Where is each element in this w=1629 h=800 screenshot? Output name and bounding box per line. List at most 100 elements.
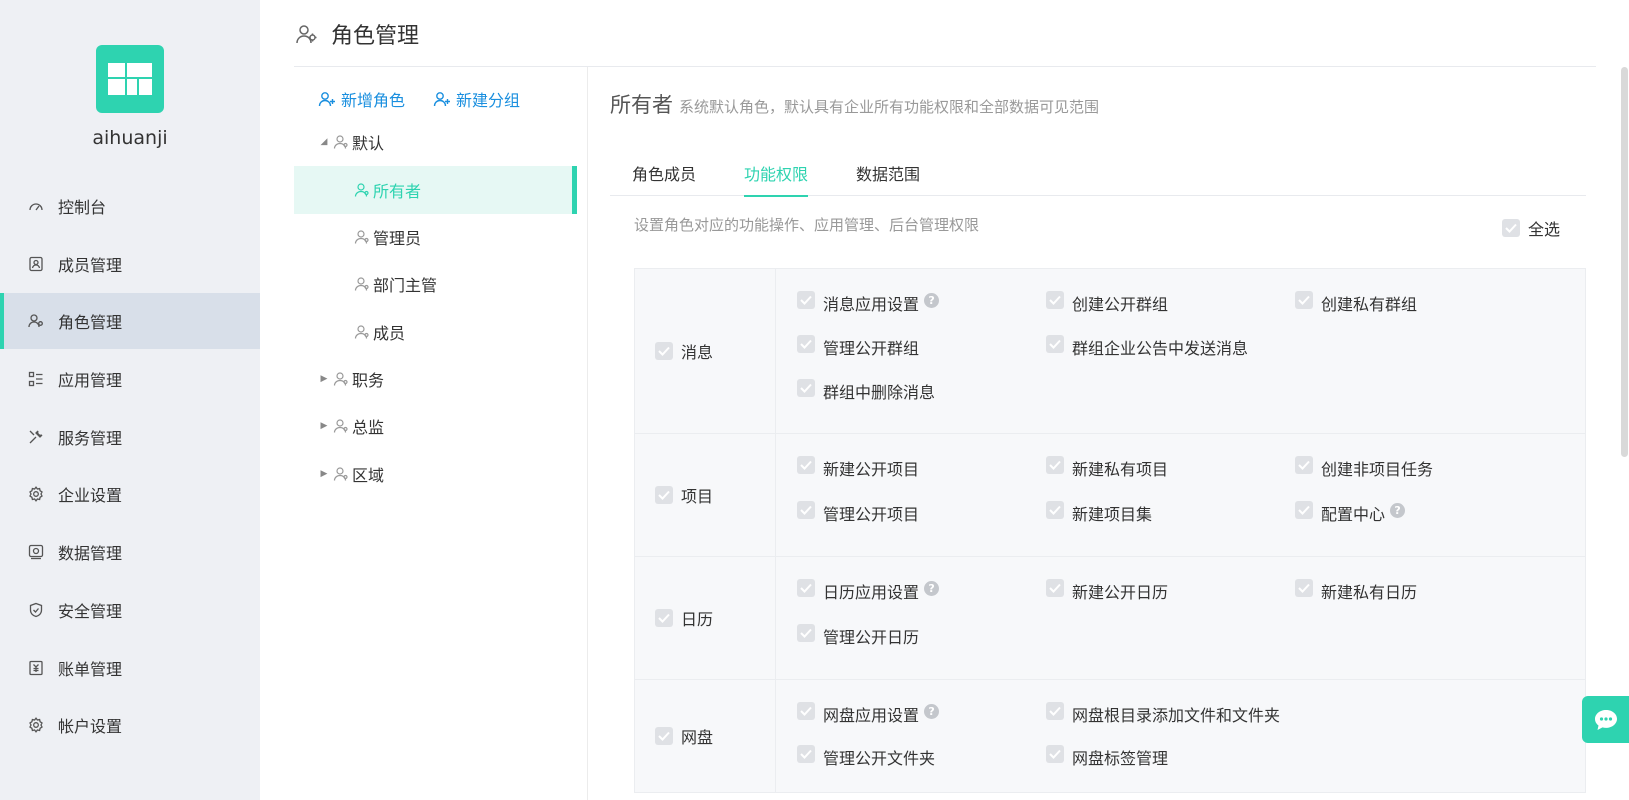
sidebar-item-label: 成员管理	[58, 255, 123, 275]
chat-support-button[interactable]	[1582, 696, 1629, 743]
permission-checkbox[interactable]: 新建公开日历	[1046, 579, 1295, 622]
permission-label: 日历应用设置	[823, 583, 920, 602]
tree-node[interactable]: ◢ 默认	[294, 118, 577, 166]
permission-checkbox[interactable]: 网盘应用设置?	[797, 702, 1046, 745]
tree-node[interactable]: 成员	[294, 308, 577, 356]
permission-checkbox[interactable]: 配置中心?	[1295, 501, 1544, 544]
permission-checkbox[interactable]: 管理公开群组	[797, 335, 1046, 378]
help-icon[interactable]: ?	[924, 293, 940, 308]
permission-category-checkbox[interactable]: 项目	[635, 434, 776, 556]
permission-checkbox[interactable]: 创建私有群组	[1295, 291, 1544, 334]
permission-label: 管理公开日历	[823, 628, 920, 647]
checkbox-icon	[655, 609, 673, 627]
permission-checkbox[interactable]: 新建项目集	[1046, 501, 1295, 544]
sidebar-item-label: 帐户设置	[58, 717, 123, 737]
permission-category-label: 消息	[681, 343, 714, 362]
sidebar-item-1[interactable]: 成员管理	[0, 236, 260, 292]
help-icon[interactable]: ?	[924, 704, 940, 719]
tab-0[interactable]: 角色成员	[632, 149, 696, 196]
permission-label: 网盘根目录添加文件和文件夹	[1072, 706, 1281, 725]
permission-checkbox[interactable]: 消息应用设置?	[797, 291, 1046, 334]
checkbox-icon	[655, 486, 673, 504]
permission-checkbox[interactable]: 群组中删除消息	[797, 379, 1046, 422]
role-header: 所有者 系统默认角色，默认具有企业所有功能权限和全部数据可见范围	[610, 89, 1099, 119]
main-content: 角色管理 新增角色 新建分组 ◢ 默认 所有者 管理员 部门主管 成员 ▶ 职务 ▶ 总监 ▶ 区域 …	[260, 0, 1629, 800]
checkbox-icon	[1046, 702, 1064, 720]
permission-spacer	[1295, 335, 1544, 378]
sidebar-item-0[interactable]: 控制台	[0, 178, 260, 234]
permission-label: 群组中删除消息	[823, 383, 936, 402]
permission-label: 管理公开群组	[823, 339, 920, 358]
permission-checkbox[interactable]: 新建私有日历	[1295, 579, 1544, 622]
sidebar-item-8[interactable]: 账单管理	[0, 640, 260, 696]
checkbox-icon	[797, 501, 815, 519]
caret-right-icon[interactable]: ▶	[319, 469, 329, 479]
sidebar-item-5[interactable]: 企业设置	[0, 466, 260, 522]
caret-down-icon[interactable]: ◢	[319, 137, 329, 147]
permission-label: 管理公开项目	[823, 505, 920, 524]
add-group-button[interactable]: 新建分组	[433, 87, 520, 111]
tree-node-label: 总监	[352, 418, 385, 437]
permission-checkbox[interactable]: 创建公开群组	[1046, 291, 1295, 334]
person-icon	[354, 182, 370, 198]
sidebar-item-3[interactable]: 应用管理	[0, 351, 260, 407]
tree-node-label: 默认	[352, 134, 385, 153]
permission-checkbox[interactable]: 管理公开项目	[797, 501, 1046, 544]
tree-node[interactable]: ▶ 职务	[294, 355, 577, 403]
add-role-icon	[318, 92, 335, 107]
permission-row: 日历 日历应用设置? 新建公开日历 新建私有日历 管理公开日历	[635, 557, 1585, 680]
tree-node[interactable]: ▶ 区域	[294, 450, 577, 498]
checkbox-icon	[1295, 579, 1313, 597]
permission-checkbox[interactable]: 网盘根目录添加文件和文件夹	[1046, 702, 1295, 745]
select-all-checkbox[interactable]: 全选	[1502, 216, 1560, 240]
checkbox-icon	[1295, 456, 1313, 474]
checkbox-icon	[655, 727, 673, 745]
permission-checkbox[interactable]: 新建公开项目	[797, 456, 1046, 499]
permission-category-checkbox[interactable]: 日历	[635, 557, 776, 679]
checkbox-icon	[1046, 745, 1064, 763]
tab-1[interactable]: 功能权限	[744, 149, 809, 197]
permission-label: 配置中心	[1321, 505, 1386, 524]
permission-checkbox[interactable]: 管理公开文件夹	[797, 745, 1046, 788]
tree-actions: 新增角色 新建分组	[318, 87, 520, 111]
data-icon	[28, 544, 44, 560]
permission-label: 网盘应用设置	[823, 706, 920, 725]
permission-checkbox[interactable]: 管理公开日历	[797, 624, 1046, 667]
permission-label: 创建公开群组	[1072, 295, 1169, 314]
scrollbar-thumb[interactable]	[1621, 67, 1628, 457]
checkbox-icon	[797, 456, 815, 474]
permission-items: 消息应用设置? 创建公开群组 创建私有群组管理公开群组 群组企业公告中发送消息群组中删…	[776, 269, 1585, 433]
tree-node[interactable]: ▶ 总监	[294, 402, 577, 450]
tree-node[interactable]: 管理员	[294, 213, 577, 261]
caret-right-icon[interactable]: ▶	[319, 374, 329, 384]
permission-checkbox[interactable]: 日历应用设置?	[797, 579, 1046, 622]
add-role-button[interactable]: 新增角色	[318, 87, 405, 111]
permission-checkbox[interactable]: 新建私有项目	[1046, 456, 1295, 499]
permission-checkbox[interactable]: 网盘标签管理	[1046, 745, 1295, 788]
tree-node[interactable]: 所有者	[294, 166, 577, 214]
sidebar-item-7[interactable]: 安全管理	[0, 582, 260, 638]
permission-category-checkbox[interactable]: 网盘	[635, 680, 776, 792]
permission-checkbox[interactable]: 群组企业公告中发送消息	[1046, 335, 1295, 378]
permission-category-checkbox[interactable]: 消息	[635, 269, 776, 433]
tree-node[interactable]: 部门主管	[294, 260, 577, 308]
tab-2[interactable]: 数据范围	[856, 149, 920, 196]
sidebar-item-9[interactable]: 帐户设置	[0, 697, 260, 753]
add-group-label: 新建分组	[456, 91, 521, 110]
gear-icon	[28, 486, 44, 503]
vertical-scrollbar[interactable]	[1620, 67, 1629, 457]
caret-right-icon[interactable]: ▶	[319, 421, 329, 431]
sidebar-item-4[interactable]: 服务管理	[0, 409, 260, 465]
checkbox-icon	[1046, 456, 1064, 474]
page-title: 角色管理	[331, 24, 420, 49]
checkbox-icon	[1295, 501, 1313, 519]
permission-checkbox[interactable]: 创建非项目任务	[1295, 456, 1544, 499]
gear-icon	[28, 717, 44, 734]
help-icon[interactable]: ?	[924, 581, 940, 596]
role-name: 所有者	[610, 93, 673, 117]
sidebar-item-2[interactable]: 角色管理	[0, 293, 260, 350]
person-icon	[333, 134, 349, 150]
sidebar-item-6[interactable]: 数据管理	[0, 524, 260, 580]
help-icon[interactable]: ?	[1390, 503, 1406, 518]
tools-icon	[28, 429, 44, 445]
